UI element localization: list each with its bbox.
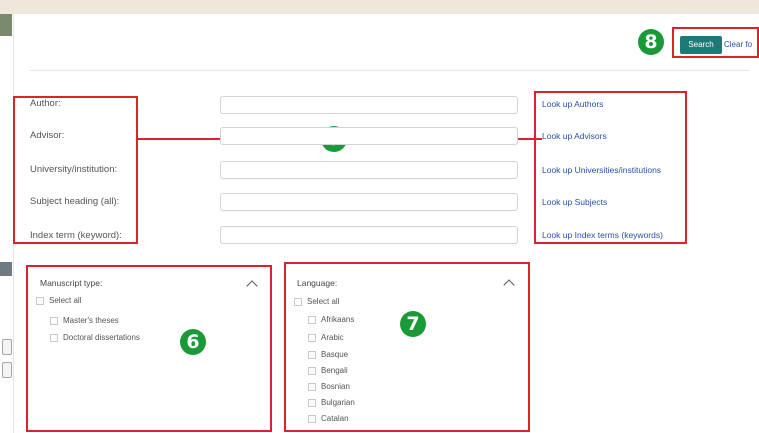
background-image-fragment (0, 262, 12, 276)
advisor-input[interactable] (220, 127, 518, 145)
manuscript-select-all[interactable]: Select all (36, 296, 81, 305)
index-term-label: Index term (keyword): (30, 230, 122, 241)
select-all-label: Select all (307, 297, 340, 306)
option-label: Bosnian (321, 382, 350, 391)
author-input[interactable] (220, 96, 518, 114)
option-label: Doctoral dissertations (63, 333, 140, 342)
lookup-index-terms-link[interactable]: Look up Index terms (keywords) (542, 230, 663, 240)
subject-heading-input[interactable] (220, 193, 518, 211)
lookup-advisors-link[interactable]: Look up Advisors (542, 131, 607, 141)
checkbox-icon[interactable] (308, 333, 316, 342)
lookup-subjects-link[interactable]: Look up Subjects (542, 197, 607, 207)
left-background-strip (0, 14, 14, 433)
divider (30, 70, 750, 71)
badge-7: 7 (400, 311, 426, 337)
checkbox-icon[interactable] (308, 414, 316, 423)
option-label: Bengali (321, 366, 348, 375)
university-label: University/institution: (30, 164, 118, 175)
index-term-input[interactable] (220, 226, 518, 244)
checkbox-icon[interactable] (294, 297, 302, 306)
checkbox-icon[interactable] (308, 382, 316, 391)
checkbox-icon[interactable] (308, 398, 316, 407)
language-option[interactable]: Arabic (308, 333, 344, 342)
manuscript-option[interactable]: Master's theses (50, 316, 119, 325)
subject-heading-label: Subject heading (all): (30, 196, 120, 207)
background-control-fragment (2, 362, 12, 378)
checkbox-icon[interactable] (36, 296, 44, 305)
option-label: Basque (321, 350, 349, 359)
checkbox-icon[interactable] (308, 366, 316, 375)
language-option[interactable]: Catalan (308, 414, 349, 423)
manuscript-type-title: Manuscript type: (40, 278, 103, 288)
author-label: Author: (30, 98, 61, 109)
option-label: Catalan (321, 414, 349, 423)
option-label: Bulgarian (321, 398, 355, 407)
language-option[interactable]: Bengali (308, 366, 348, 375)
advisor-label: Advisor: (30, 130, 65, 141)
badge-6: 6 (180, 329, 206, 355)
search-button[interactable]: Search (680, 36, 722, 54)
manuscript-type-panel (26, 265, 272, 432)
badge-8: 8 (638, 29, 664, 55)
option-label: Arabic (321, 333, 344, 342)
university-input[interactable] (220, 161, 518, 179)
checkbox-icon[interactable] (308, 350, 316, 359)
lookup-universities-link[interactable]: Look up Universities/institutions (542, 165, 661, 175)
background-image-fragment (0, 14, 12, 36)
language-select-all[interactable]: Select all (294, 297, 339, 306)
checkbox-icon[interactable] (50, 316, 58, 325)
top-banner (0, 0, 759, 14)
lookup-authors-link[interactable]: Look up Authors (542, 99, 603, 109)
checkbox-icon[interactable] (308, 315, 316, 324)
checkbox-icon[interactable] (50, 333, 58, 342)
option-label: Afrikaans (321, 315, 355, 324)
clear-form-link[interactable]: Clear fo (724, 36, 759, 54)
language-title: Language: (297, 278, 338, 288)
background-control-fragment (2, 339, 12, 355)
select-all-label: Select all (49, 296, 82, 305)
manuscript-option[interactable]: Doctoral dissertations (50, 333, 140, 342)
language-option[interactable]: Bosnian (308, 382, 350, 391)
option-label: Master's theses (63, 316, 119, 325)
language-option[interactable]: Basque (308, 350, 348, 359)
language-option[interactable]: Bulgarian (308, 398, 355, 407)
language-option[interactable]: Afrikaans (308, 315, 354, 324)
